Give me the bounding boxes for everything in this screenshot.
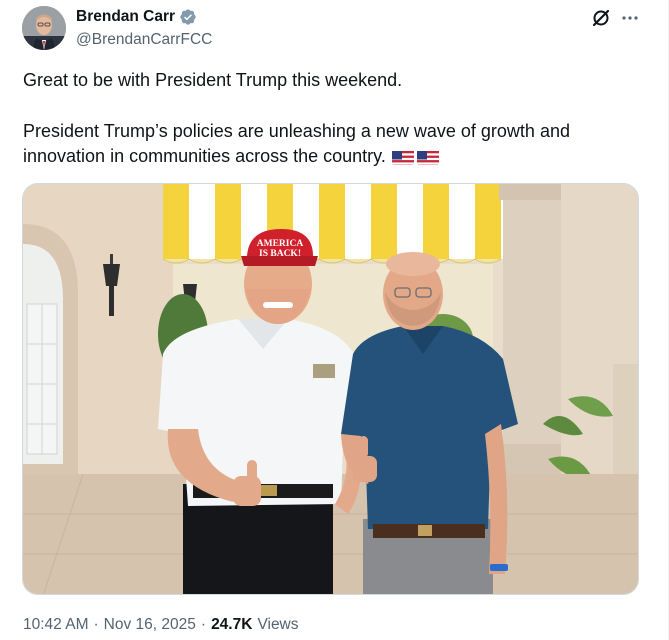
views-label: Views [257, 616, 299, 633]
hat-text-line-1: AMERICA [257, 239, 304, 249]
grok-icon[interactable] [591, 8, 611, 28]
author-handle[interactable]: @BrendanCarrFCC [76, 31, 212, 49]
more-options-icon[interactable] [620, 8, 640, 28]
us-flag-icon [416, 149, 439, 165]
tweet-text-body: President Trump’s policies are unleashin… [23, 121, 570, 166]
tweet-time[interactable]: 10:42 AM [23, 616, 89, 634]
tweet-date[interactable]: Nov 16, 2025 [104, 616, 196, 634]
hat-text-line-2: IS BACK! [259, 249, 301, 259]
tweet-photo[interactable]: AMERICA IS BACK! [22, 183, 639, 595]
us-flag-icon [391, 149, 414, 165]
author-display-name[interactable]: Brendan Carr [76, 8, 175, 26]
tweet-meta: 10:42 AM · Nov 16, 2025 · 24.7K Views [23, 616, 299, 634]
tweet-container: Brendan Carr @BrendanCarrFCC Great to be… [0, 0, 669, 640]
views-count: 24.7K [211, 616, 253, 633]
tweet-text-paragraph-1: Great to be with President Trump this we… [23, 70, 403, 90]
tweet-text-paragraph-2: President Trump’s policies are unleashin… [23, 119, 638, 169]
meta-separator: · [200, 616, 207, 633]
meta-separator: · [93, 616, 99, 633]
author-name-row: Brendan Carr [76, 8, 197, 26]
verified-badge-icon[interactable] [179, 8, 197, 26]
flag-emoji-group [391, 149, 439, 165]
author-avatar[interactable] [22, 6, 66, 50]
